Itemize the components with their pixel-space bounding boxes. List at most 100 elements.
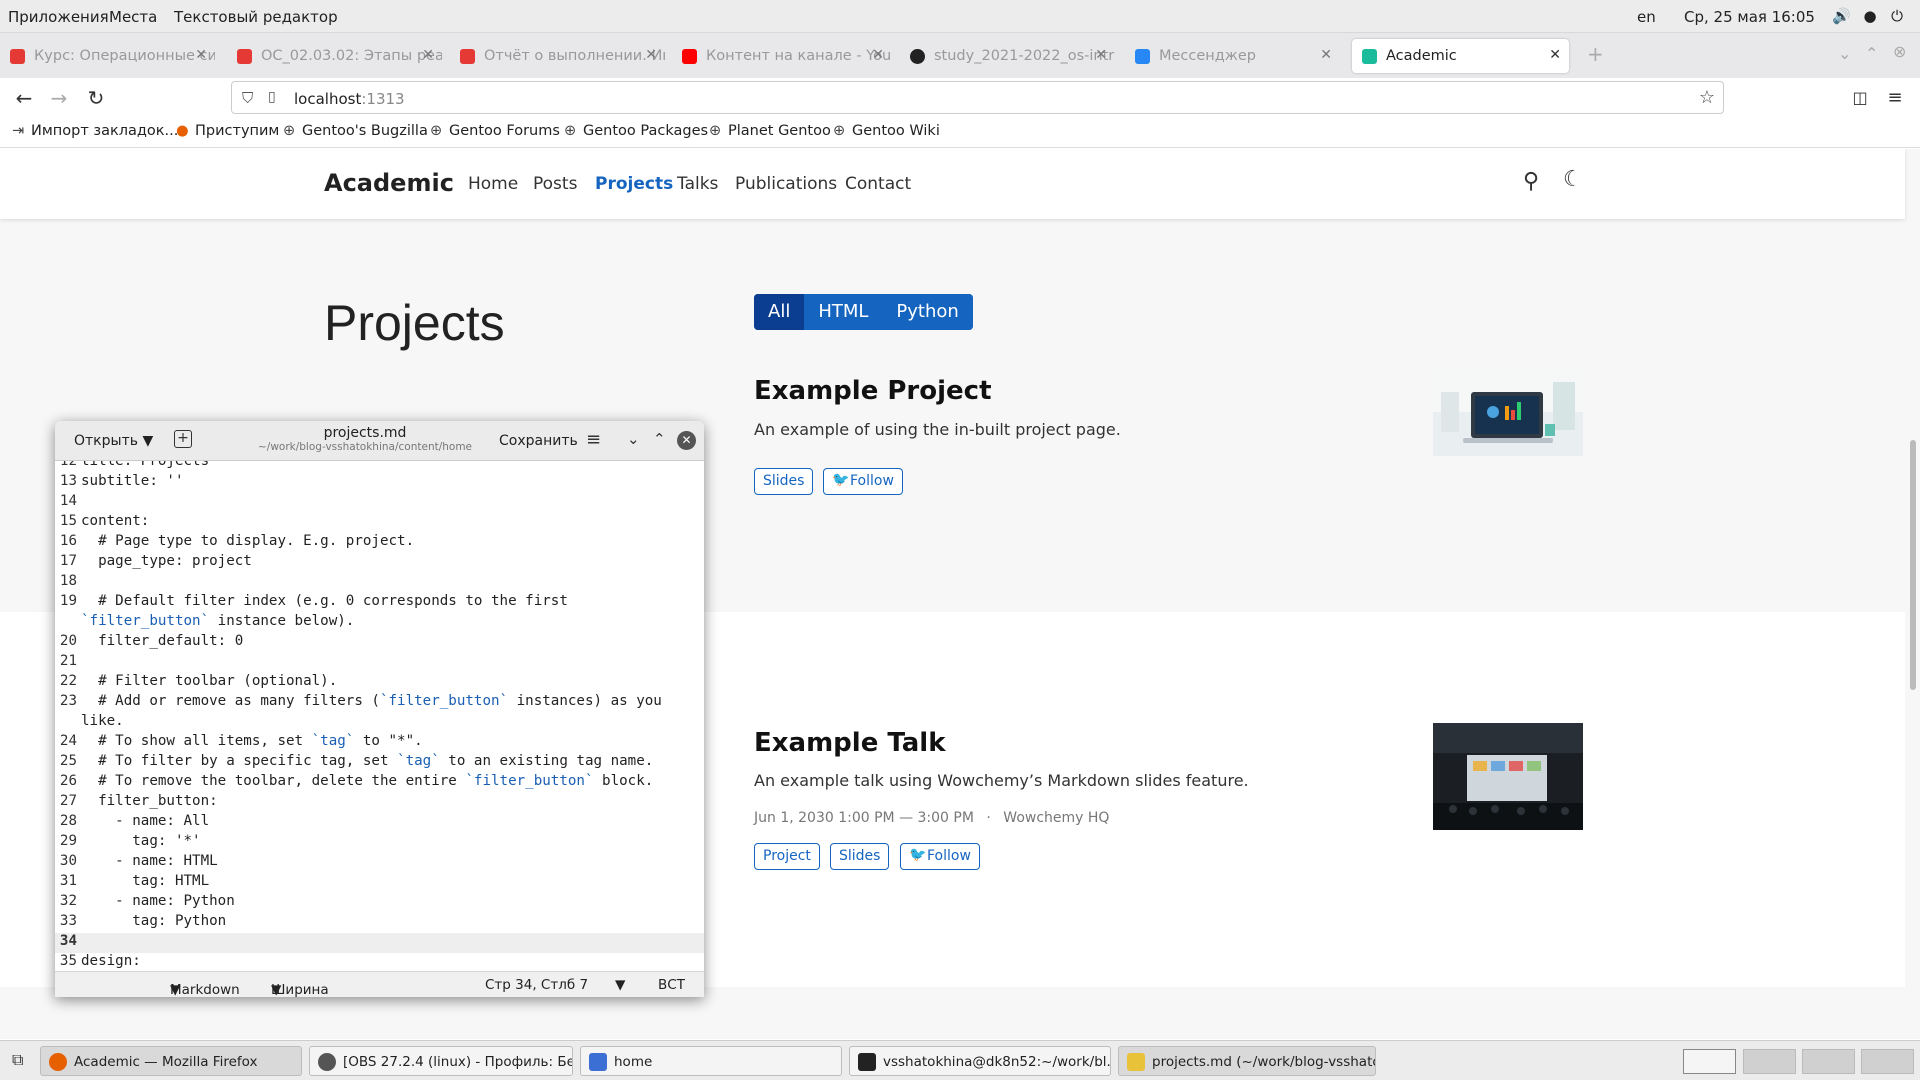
nav-publications[interactable]: Publications [735, 174, 837, 194]
new-tab-icon[interactable]: + [1587, 42, 1604, 66]
workspace-4[interactable] [1861, 1049, 1914, 1074]
bookmark-gentoo-bugzilla[interactable]: ⊕ Gentoo's Bugzilla [283, 123, 428, 139]
talk-summary: An example talk using Wowchemy’s Markdow… [754, 771, 1249, 790]
minimize-icon[interactable]: ⌄ [627, 430, 640, 448]
close-tab-icon[interactable]: ✕ [872, 47, 884, 63]
places-menu[interactable]: Места [109, 8, 157, 26]
code-line: # To remove the toolbar, delete the enti… [81, 773, 653, 789]
code-text: block. [593, 773, 654, 789]
hamburger-menu-icon[interactable]: ≡ [1881, 84, 1909, 112]
keyboard-layout[interactable]: en [1637, 8, 1656, 26]
pocket-icon[interactable]: ◫ [1846, 84, 1874, 112]
show-desktop-icon[interactable]: ⧉ [12, 1050, 23, 1070]
insert-mode[interactable]: ВСТ [658, 977, 685, 993]
search-icon[interactable]: ⚲ [1523, 169, 1539, 194]
close-icon[interactable]: ✕ [677, 431, 696, 450]
bookmark-star-icon[interactable]: ☆ [1699, 87, 1715, 108]
project-title[interactable]: Example Project [754, 376, 992, 406]
task-terminal[interactable]: vsshatokhina@dk8n52:~/work/bl... [849, 1046, 1111, 1076]
code-line: - name: HTML [81, 853, 218, 869]
globe-icon: ⊕ [833, 123, 846, 139]
talk-thumbnail[interactable] [1433, 723, 1583, 830]
tab-course[interactable]: Курс: Операционные си ✕ [0, 39, 215, 73]
nav-home[interactable]: Home [468, 174, 518, 194]
nav-talks[interactable]: Talks [677, 174, 718, 194]
window-list-taskbar: ⧉ Academic — Mozilla Firefox [OBS 27.2.4… [0, 1040, 1920, 1080]
reload-icon[interactable]: ↻ [82, 84, 110, 112]
bookmark-planet-gentoo[interactable]: ⊕ Planet Gentoo [709, 123, 831, 139]
obs-icon [318, 1053, 336, 1071]
code-line: filter_default: 0 [81, 633, 244, 649]
close-tab-icon[interactable]: ✕ [1549, 47, 1561, 63]
page-info-icon[interactable]: ▯ [268, 89, 276, 105]
page-scrollbar[interactable] [1910, 440, 1916, 690]
filter-html-button[interactable]: HTML [804, 294, 883, 330]
bookmark-gentoo-forums[interactable]: ⊕ Gentoo Forums [430, 123, 560, 139]
project-thumbnail[interactable] [1433, 372, 1583, 456]
open-button[interactable]: Открыть ▼ [74, 433, 153, 449]
task-files-home[interactable]: home [580, 1046, 842, 1076]
tab-label: Academic [1386, 48, 1457, 64]
power-icon[interactable]: ⏻ [1888, 7, 1906, 25]
close-window-icon[interactable]: ⊗ [1893, 42, 1906, 61]
task-obs[interactable]: [OBS 27.2.4 (linux) - Профиль: Без... [309, 1046, 573, 1076]
bookmark-gentoo-packages[interactable]: ⊕ Gentoo Packages [564, 123, 708, 139]
chevron-down-icon[interactable]: ▼ [615, 977, 625, 993]
url-bar[interactable]: ⛉ ▯ localhost:1313 ☆ [231, 81, 1724, 114]
tab-vk-messenger[interactable]: Мессенджер ✕ [1125, 39, 1340, 73]
task-label: home [614, 1054, 653, 1070]
close-tab-icon[interactable]: ✕ [1095, 47, 1107, 63]
inline-code: `filter_button` [379, 693, 509, 709]
bookmark-gentoo-wiki[interactable]: ⊕ Gentoo Wiki [833, 123, 940, 139]
nav-contact[interactable]: Contact [845, 174, 911, 194]
new-document-icon[interactable]: + [174, 430, 192, 448]
talk-title[interactable]: Example Talk [754, 728, 946, 758]
project-slides-button[interactable]: Slides [754, 468, 814, 495]
close-tab-icon[interactable]: ✕ [195, 47, 207, 63]
site-brand[interactable]: Academic [324, 169, 454, 197]
bookmark-import[interactable]: ⇥ Импорт закладок... [12, 123, 178, 139]
line-number: 17 [59, 553, 77, 569]
talk-project-button[interactable]: Project [754, 843, 820, 870]
tab-academic[interactable]: Academic ✕ [1352, 39, 1569, 73]
list-tabs-icon[interactable]: ⌄ [1838, 44, 1851, 63]
tab-youtube[interactable]: Контент на канале - You ✕ [672, 39, 892, 73]
active-app-menu[interactable]: Текстовый редактор [174, 8, 338, 26]
line-number: 34 [59, 933, 77, 949]
file-path: ~/work/blog-vsshatokhina/content/home [257, 441, 473, 453]
applications-menu[interactable]: Приложения [8, 8, 109, 26]
nav-posts[interactable]: Posts [533, 174, 577, 194]
editor-text-area[interactable]: 12 title: Projects 13 subtitle: '' 14 15 conte… [55, 461, 704, 971]
minimize-window-icon[interactable]: ⌃ [1865, 44, 1878, 63]
url-text[interactable]: localhost:1313 [294, 90, 405, 108]
close-tab-icon[interactable]: ✕ [645, 47, 657, 63]
back-arrow-icon[interactable]: ← [10, 84, 38, 112]
dark-mode-moon-icon[interactable]: ☾ [1563, 167, 1583, 192]
talk-follow-button[interactable]: 🐦 Follow [900, 843, 980, 870]
page-title: Projects [324, 295, 505, 351]
close-tab-icon[interactable]: ✕ [1320, 47, 1332, 63]
talk-slides-button[interactable]: Slides [830, 843, 890, 870]
forward-arrow-icon[interactable]: → [45, 84, 73, 112]
workspace-1[interactable] [1683, 1049, 1736, 1074]
task-firefox[interactable]: Academic — Mozilla Firefox [40, 1046, 302, 1076]
nav-projects[interactable]: Projects [595, 174, 673, 194]
bookmark-getting-started[interactable]: ● Приступим [176, 123, 279, 139]
filter-all-button[interactable]: All [754, 294, 805, 330]
workspace-2[interactable] [1743, 1049, 1796, 1074]
clock[interactable]: Ср, 25 мая 16:05 [1684, 8, 1815, 26]
tab-report[interactable]: Отчёт о выполнении. Ин ✕ [450, 39, 665, 73]
hamburger-menu-icon[interactable]: ≡ [586, 429, 601, 450]
filter-python-button[interactable]: Python [882, 294, 973, 330]
volume-icon[interactable]: 🔊 [1832, 7, 1851, 25]
maximize-icon[interactable]: ⌃ [653, 430, 666, 448]
save-button[interactable]: Сохранить [499, 433, 578, 449]
close-tab-icon[interactable]: ✕ [422, 47, 434, 63]
tracking-shield-icon[interactable]: ⛉ [242, 89, 253, 107]
tab-os-stages[interactable]: ОС_02.03.02: Этапы реа ✕ [227, 39, 442, 73]
tab-github[interactable]: study_2021-2022_os-intr ✕ [900, 39, 1115, 73]
task-gedit[interactable]: projects.md (~/work/blog-vsshato... [1118, 1046, 1376, 1076]
microphone-icon[interactable]: ● [1861, 7, 1879, 25]
project-follow-button[interactable]: 🐦 Follow [823, 468, 903, 495]
workspace-3[interactable] [1802, 1049, 1855, 1074]
